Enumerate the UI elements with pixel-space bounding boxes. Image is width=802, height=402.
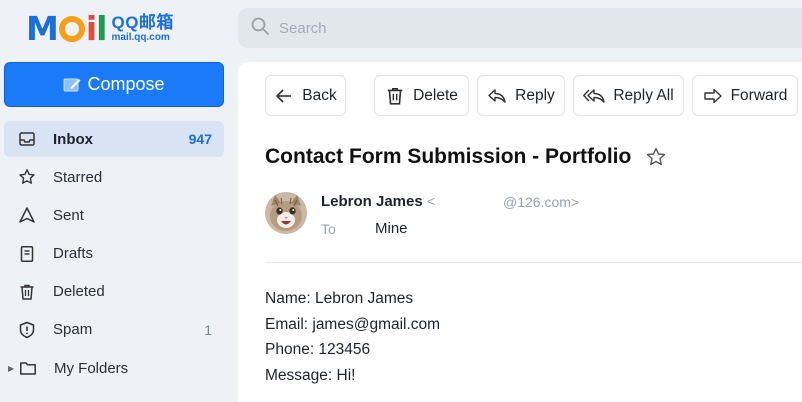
logo-domain: mail.qq.com xyxy=(111,31,170,43)
body-line: Name: Lebron James xyxy=(265,290,414,307)
spam-shield-icon xyxy=(17,320,37,340)
folder-icon xyxy=(18,358,38,378)
sidebar-item-label: Deleted xyxy=(53,283,105,301)
logo-letter-l: l xyxy=(96,8,107,48)
header-divider xyxy=(265,262,802,263)
sidebar-item-inbox[interactable]: Inbox 947 xyxy=(4,121,224,157)
subject-text: Contact Form Submission - Portfolio xyxy=(265,145,632,168)
message-pane: Back Delete Reply Reply All Forward Cont… xyxy=(238,62,802,402)
forward-label: Forward xyxy=(730,86,788,104)
logo-letter-i: i xyxy=(85,8,97,48)
sender-block: Lebron James < @126.com> To Mine xyxy=(265,190,795,238)
logo-subtitle: QQ邮箱 mail.qq.com xyxy=(111,14,173,43)
sidebar-item-label: Drafts xyxy=(53,245,94,263)
inbox-icon xyxy=(17,129,37,149)
reply-button[interactable]: Reply xyxy=(477,75,565,116)
sidebar-item-label: Spam xyxy=(53,321,93,339)
sidebar-item-drafts[interactable]: Drafts xyxy=(4,236,224,272)
drafts-icon xyxy=(17,244,37,264)
search-icon xyxy=(250,16,270,41)
sidebar-item-label: Sent xyxy=(53,206,84,224)
sender-address-open: < xyxy=(427,193,436,209)
delete-label: Delete xyxy=(413,86,458,104)
trash-icon xyxy=(387,87,403,105)
sidebar-nav: Inbox 947 Starred Sent Drafts Deleted Sp… xyxy=(4,121,224,388)
sidebar-item-label: My Folders xyxy=(54,359,129,377)
logo-chinese-name: QQ邮箱 xyxy=(111,12,174,32)
sidebar-item-sent[interactable]: Sent xyxy=(4,197,224,233)
arrow-left-icon xyxy=(276,88,292,103)
reply-icon xyxy=(488,88,506,103)
logo-letter-m: M xyxy=(26,8,59,48)
recipient-label: To xyxy=(321,221,336,237)
message-body: Name: Lebron James Email: james@gmail.co… xyxy=(265,290,440,392)
body-line: Message: Hi! xyxy=(265,366,356,384)
body-line: Email: james@gmail.com xyxy=(265,315,441,333)
message-subject: Contact Form Submission - Portfolio xyxy=(265,145,667,169)
compose-icon xyxy=(63,77,81,93)
logo-ring-icon xyxy=(58,16,85,42)
sent-icon xyxy=(17,205,37,225)
trash-icon xyxy=(17,282,37,302)
sender-avatar[interactable] xyxy=(265,192,307,234)
unread-count: 947 xyxy=(188,131,212,147)
sidebar-item-label: Inbox xyxy=(53,130,93,148)
message-toolbar: Back Delete Reply Reply All Forward xyxy=(238,75,802,117)
logo-wordmark: M i l xyxy=(26,8,108,48)
forward-button[interactable]: Forward xyxy=(692,75,798,116)
reply-all-icon xyxy=(583,88,606,103)
compose-button[interactable]: Compose xyxy=(4,62,224,107)
sidebar-item-starred[interactable]: Starred xyxy=(4,159,224,195)
sender-name[interactable]: Lebron James xyxy=(321,193,423,210)
sender-address[interactable]: @126.com> xyxy=(503,194,579,210)
search-input[interactable] xyxy=(279,19,759,37)
spam-count: 1 xyxy=(204,321,212,338)
reply-all-label: Reply All xyxy=(613,86,674,104)
sidebar-item-label: Starred xyxy=(53,168,103,186)
star-icon xyxy=(17,167,37,187)
sidebar-item-deleted[interactable]: Deleted xyxy=(4,274,224,310)
search-bar[interactable] xyxy=(238,8,802,48)
forward-icon xyxy=(703,88,722,103)
back-label: Back xyxy=(302,86,337,104)
body-line: Phone: 123456 xyxy=(265,341,371,358)
sidebar-item-spam[interactable]: Spam 1 xyxy=(4,312,224,348)
caret-right-icon[interactable]: ▶ xyxy=(8,364,14,373)
star-toggle-icon[interactable] xyxy=(645,146,667,168)
compose-label: Compose xyxy=(87,74,165,94)
back-button[interactable]: Back xyxy=(265,75,346,116)
reply-label: Reply xyxy=(515,86,555,104)
qq-mail-logo[interactable]: M i l QQ邮箱 mail.qq.com xyxy=(26,10,174,46)
reply-all-button[interactable]: Reply All xyxy=(573,75,684,116)
recipient-name[interactable]: Mine xyxy=(375,220,408,237)
delete-button[interactable]: Delete xyxy=(374,75,469,116)
sidebar-item-my-folders[interactable]: ▶ My Folders xyxy=(4,350,224,386)
